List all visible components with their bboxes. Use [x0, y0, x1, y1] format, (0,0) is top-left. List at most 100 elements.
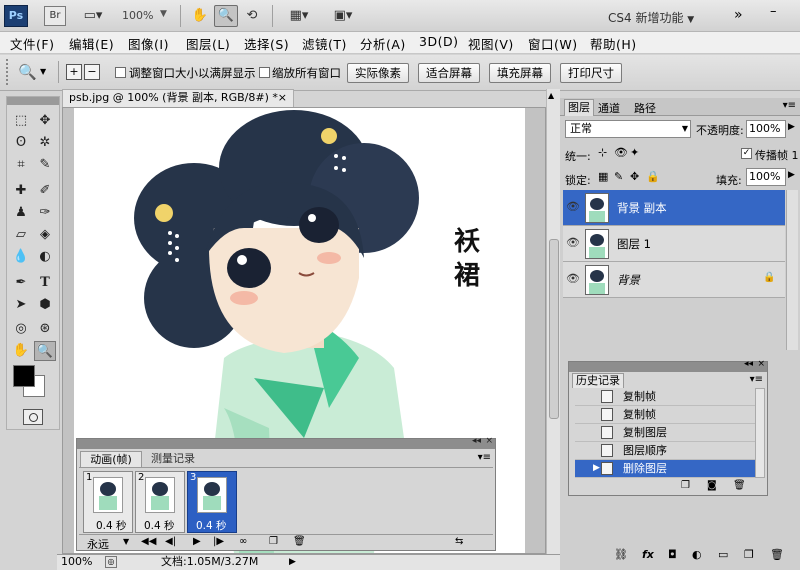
3d-rotate-icon[interactable]: ◎ — [10, 319, 32, 339]
play-icon[interactable]: ▶ — [193, 536, 201, 547]
lock-transparency-icon[interactable]: ▦ — [598, 170, 608, 183]
move-tool-icon[interactable]: ✥ — [34, 111, 56, 131]
chevron-down-icon[interactable]: ▼ — [123, 537, 129, 546]
vertical-scrollbar[interactable]: ▲ — [546, 89, 560, 554]
close-icon[interactable]: × — [485, 436, 493, 446]
layer-row[interactable]: 👁 图层 1 — [563, 226, 785, 262]
view-extras-button[interactable]: ▭▾ — [78, 5, 108, 27]
menu-help[interactable]: 帮助(H) — [590, 34, 637, 53]
lock-image-icon[interactable]: ✎ — [614, 170, 623, 183]
visibility-eye-icon[interactable]: 👁 — [566, 236, 580, 250]
magic-wand-icon[interactable]: ✲ — [34, 133, 56, 153]
healing-brush-icon[interactable]: ✚ — [10, 181, 32, 201]
crop-tool-icon[interactable]: ⌗ — [10, 155, 32, 175]
history-brush-source-icon[interactable]: ▶ — [593, 460, 600, 477]
unify-visibility-icon[interactable]: 👁 — [614, 146, 628, 159]
new-snapshot-icon[interactable]: ◙ — [707, 480, 717, 491]
first-frame-icon[interactable]: ◀◀ — [141, 536, 156, 547]
tab-layers[interactable]: 图层 — [564, 99, 594, 116]
hand-tool-icon[interactable]: ✋ — [10, 341, 32, 361]
3d-orbit-icon[interactable]: ⊛ — [34, 319, 56, 339]
layer-style-icon[interactable]: fx — [642, 548, 654, 561]
zoom-out-icon[interactable]: − — [84, 64, 100, 80]
timeline-toggle-icon[interactable]: ⇆ — [455, 536, 463, 547]
tab-paths[interactable]: 路径 — [634, 100, 656, 116]
unify-position-icon[interactable]: ⊹ — [598, 146, 607, 159]
frame-delay[interactable]: 0.4 秒 — [144, 518, 175, 533]
document-tab[interactable]: psb.jpg @ 100% (背景 副本, RGB/8#) * × — [62, 89, 294, 107]
propagate-frame-checkbox[interactable]: ✓ — [741, 148, 752, 159]
frame-delay[interactable]: 0.4 秒 — [96, 518, 127, 533]
zoom-level-select[interactable]: 100% — [122, 9, 153, 22]
zoom-tool-icon[interactable]: 🔍 — [214, 5, 238, 27]
loop-select[interactable]: 永远 — [87, 536, 109, 552]
fill-slider-icon[interactable]: ▶ — [788, 170, 795, 180]
double-arrow-icon[interactable]: » — [734, 7, 743, 23]
panel-menu-icon[interactable]: ▾≡ — [750, 374, 763, 385]
rotate-view-icon[interactable]: ⟲ — [240, 5, 264, 27]
menu-analysis[interactable]: 分析(A) — [360, 34, 406, 53]
fill-screen-button[interactable]: 填充屏幕 — [489, 63, 551, 83]
animation-frame-1[interactable]: 1 0.4 秒 — [83, 471, 133, 533]
chevron-down-icon[interactable]: ▼ — [160, 9, 167, 19]
hand-tool-icon[interactable]: ✋ — [188, 5, 212, 27]
history-item[interactable]: 复制帧 — [575, 388, 755, 406]
menu-view[interactable]: 视图(V) — [468, 34, 514, 53]
resize-window-checkbox[interactable] — [115, 67, 126, 78]
lasso-tool-icon[interactable]: ʘ — [10, 133, 32, 153]
animation-frame-2[interactable]: 2 0.4 秒 — [135, 471, 185, 533]
chevron-down-icon[interactable]: ▼ — [682, 121, 688, 137]
shape-tool-icon[interactable]: ⬢ — [34, 295, 56, 315]
close-icon[interactable]: × — [757, 359, 765, 369]
pen-tool-icon[interactable]: ✒ — [10, 273, 32, 293]
tab-channels[interactable]: 通道 — [598, 100, 620, 116]
paint-bucket-icon[interactable]: ◈ — [34, 225, 56, 245]
panel-title-bar[interactable]: ◂◂ × — [77, 436, 495, 449]
lock-all-icon[interactable]: 🔒 — [646, 170, 660, 183]
history-brush-icon[interactable]: ✑ — [34, 203, 56, 223]
fill-input[interactable]: 100% — [746, 168, 786, 186]
zoom-tool-icon[interactable]: 🔍 — [34, 341, 56, 361]
marquee-tool-icon[interactable]: ⬚ — [10, 111, 32, 131]
delete-frame-icon[interactable]: 🗑 — [293, 536, 306, 547]
dodge-tool-icon[interactable]: ◐ — [34, 247, 56, 267]
collapse-icon[interactable]: ◂◂ — [744, 359, 753, 369]
menu-layer[interactable]: 图层(L) — [186, 34, 230, 53]
add-mask-icon[interactable]: ◘ — [668, 548, 677, 561]
layer-name[interactable]: 背景 — [617, 272, 640, 288]
animation-frame-3[interactable]: 3 0.4 秒 — [187, 471, 237, 533]
previous-frame-icon[interactable]: ◀| — [165, 536, 176, 547]
menu-file[interactable]: 文件(F) — [10, 34, 54, 53]
layers-scrollbar[interactable] — [786, 190, 798, 350]
eyedropper-icon[interactable]: ✎ — [34, 155, 56, 175]
adjustment-layer-icon[interactable]: ◐ — [692, 548, 702, 561]
brush-tool-icon[interactable]: ✐ — [34, 181, 56, 201]
lock-position-icon[interactable]: ✥ — [630, 170, 639, 183]
history-item[interactable]: 复制图层 — [575, 424, 755, 442]
menu-filter[interactable]: 滤镜(T) — [302, 34, 347, 53]
zoom-tool-preset-icon[interactable]: 🔍 — [18, 63, 37, 81]
history-item[interactable]: ▶ 删除图层 — [575, 460, 755, 478]
visibility-eye-icon[interactable]: 👁 — [566, 272, 580, 286]
arrange-documents-icon[interactable]: ▦▾ — [282, 5, 316, 27]
blur-tool-icon[interactable]: 💧 — [10, 247, 32, 267]
toolbox-header[interactable] — [7, 97, 59, 105]
collapse-icon[interactable]: ◂◂ — [472, 436, 481, 446]
panel-menu-icon[interactable]: ▾≡ — [478, 452, 491, 463]
close-icon[interactable]: × — [278, 90, 287, 106]
delete-layer-icon[interactable]: 🗑 — [770, 548, 784, 561]
duplicate-frame-icon[interactable]: ❐ — [269, 536, 278, 547]
opacity-input[interactable]: 100% — [746, 120, 786, 138]
scrollbar-thumb[interactable] — [549, 239, 559, 419]
delete-state-icon[interactable]: 🗑 — [733, 480, 746, 491]
new-group-icon[interactable]: ▭ — [718, 548, 728, 561]
tab-measure-log[interactable]: 测量记录 — [144, 451, 202, 467]
clone-stamp-icon[interactable]: ♟ — [10, 203, 32, 223]
unify-style-icon[interactable]: ✦ — [630, 146, 639, 159]
eraser-icon[interactable]: ▱ — [10, 225, 32, 245]
screen-mode-icon[interactable]: ▣▾ — [326, 5, 360, 27]
bridge-button[interactable]: Br — [44, 6, 66, 26]
zoom-in-icon[interactable]: + — [66, 64, 82, 80]
quick-mask-icon[interactable] — [23, 409, 43, 425]
minimize-icon[interactable]: – — [770, 4, 777, 19]
